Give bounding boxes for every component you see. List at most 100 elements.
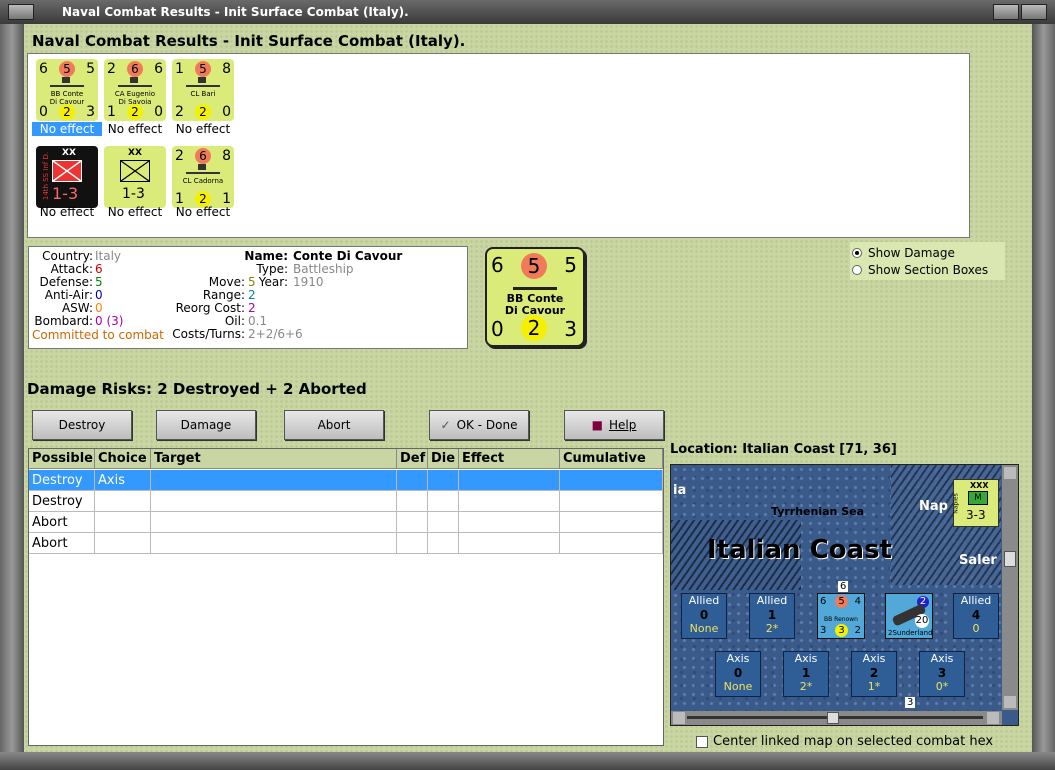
column-possible[interactable]: Possible xyxy=(29,449,95,469)
cell-possible: Destroy xyxy=(29,470,95,491)
show-section-boxes-option[interactable]: Show Section Boxes xyxy=(852,261,988,278)
strength-circle: 5 xyxy=(835,595,848,608)
table-row[interactable]: Destroy xyxy=(29,491,663,512)
map-place-label: Saler xyxy=(959,553,997,568)
map-vertical-scrollbar[interactable] xyxy=(1002,465,1018,710)
table-row[interactable]: Abort xyxy=(29,533,663,554)
infantry-icon xyxy=(120,160,150,182)
cell-target xyxy=(151,512,397,533)
aa-value: 0 xyxy=(491,317,504,341)
cell-target xyxy=(151,470,397,491)
show-section-boxes-label: Show Section Boxes xyxy=(868,262,989,277)
damage-table: Possible Choice Target Def Die Effect Cu… xyxy=(28,448,664,746)
abort-button[interactable]: Abort xyxy=(284,410,384,440)
combat-units-panel: 6 5 5 BB Conte Di Cavour 0 2 3 No effect … xyxy=(27,53,970,238)
sea-label: Tyrrhenian Sea xyxy=(771,505,865,518)
map-unit-counter[interactable]: XXX Naples M 3-3 xyxy=(953,479,999,527)
table-row[interactable]: Destroy Axis xyxy=(29,470,663,491)
help-button[interactable]: ■ Help xyxy=(564,410,664,440)
scroll-down-arrow-icon[interactable] xyxy=(1004,696,1016,708)
minimize-button[interactable] xyxy=(993,4,1019,20)
unit-name: BB Conte Di Cavour xyxy=(504,292,566,317)
unit-counter-cadorna[interactable]: 2 6 8 CL Cadorna 1 2 1 xyxy=(172,146,234,208)
cell-die xyxy=(428,470,459,491)
cell-possible: Abort xyxy=(29,512,95,533)
column-def[interactable]: Def xyxy=(397,449,428,469)
cell-def xyxy=(397,512,428,533)
aa-value: 1 xyxy=(107,104,116,120)
aa-value: 2 xyxy=(175,104,184,120)
damage-button[interactable]: Damage xyxy=(156,410,256,440)
ok-done-button-label: OK - Done xyxy=(456,418,518,432)
cell-target xyxy=(151,533,397,554)
map-air-counter[interactable]: 2 20 2Sunderland xyxy=(885,593,933,639)
attack-value: 6 xyxy=(491,253,504,277)
combat-value: 3-3 xyxy=(966,508,986,522)
cell-def xyxy=(397,491,428,512)
vertical-scroll-thumb[interactable] xyxy=(1004,551,1016,567)
show-damage-option[interactable]: Show Damage xyxy=(852,244,955,261)
table-row[interactable]: Abort xyxy=(29,512,663,533)
show-section-boxes-radio[interactable] xyxy=(852,264,862,275)
destroy-button[interactable]: Destroy xyxy=(32,410,132,440)
destroy-button-label: Destroy xyxy=(58,418,106,432)
unit-name: CL Cadorna xyxy=(182,177,224,185)
ship-icon xyxy=(186,77,220,87)
cell-choice: Axis xyxy=(95,470,151,491)
scroll-left-arrow-icon[interactable] xyxy=(673,712,685,724)
unit-counter-14th-ss-inf[interactable]: XX 14th SS Inf D. 1-3 xyxy=(36,146,98,208)
dialog-content: Naval Combat Results - Init Surface Comb… xyxy=(24,24,1032,752)
show-damage-label: Show Damage xyxy=(868,245,955,260)
cell-choice xyxy=(95,533,151,554)
mountain-infantry-icon: M xyxy=(968,491,988,505)
map-ship-counter[interactable]: 6 6 5 4 BB Renown 3 3 2 xyxy=(817,581,865,639)
horizontal-scroll-thumb[interactable] xyxy=(827,712,839,724)
cell-die xyxy=(428,512,459,533)
strength-circle: 5 xyxy=(59,61,75,77)
location-label: Location: Italian Coast [71, 36] xyxy=(670,442,897,457)
scroll-right-arrow-icon[interactable] xyxy=(987,712,999,724)
center-linked-map-label: Center linked map on selected combat hex xyxy=(713,734,994,749)
unit-size-label: XXX xyxy=(970,481,989,490)
unit-name: BB Renown xyxy=(824,616,858,623)
title-bar: Naval Combat Results - Init Surface Comb… xyxy=(0,0,1055,24)
maximize-button[interactable] xyxy=(1021,4,1047,20)
allied-box: Allied 1 2* xyxy=(749,593,795,639)
unit-status: No effect xyxy=(39,205,95,219)
move-value: 2 xyxy=(854,625,861,636)
column-effect[interactable]: Effect xyxy=(459,449,560,469)
center-linked-map-checkbox[interactable] xyxy=(696,736,708,748)
cell-effect xyxy=(459,491,560,512)
scroll-up-arrow-icon[interactable] xyxy=(1004,467,1016,479)
map-place-label: ia xyxy=(673,483,687,498)
aa-value: 3 xyxy=(820,625,827,636)
move-value: 0 xyxy=(154,104,163,120)
ship-icon xyxy=(118,77,152,87)
unit-counter-bari[interactable]: 1 5 8 CL Bari 2 2 0 xyxy=(172,59,234,121)
combat-hex-map[interactable]: ia Tyrrhenian Sea Nap Saler Italian Coas… xyxy=(670,464,1019,726)
defense-value: 6 xyxy=(154,61,163,77)
window-frame-left xyxy=(0,24,24,770)
column-choice[interactable]: Choice xyxy=(95,449,151,469)
cell-effect xyxy=(459,512,560,533)
cell-choice xyxy=(95,491,151,512)
combat-value: 1-3 xyxy=(122,186,145,202)
column-target[interactable]: Target xyxy=(151,449,397,469)
map-horizontal-scrollbar[interactable] xyxy=(671,711,1002,725)
axis-box: Axis 0 None xyxy=(715,651,761,697)
strength-circle: 5 xyxy=(521,253,547,279)
unit-counter-infantry[interactable]: XX 1-3 xyxy=(104,146,166,208)
show-damage-radio[interactable] xyxy=(852,247,862,258)
column-cumulative[interactable]: Cumulative xyxy=(560,449,663,469)
column-die[interactable]: Die xyxy=(428,449,459,469)
cell-def xyxy=(397,470,428,491)
attack-value: 1 xyxy=(175,61,184,77)
unit-counter-conte-di-cavour[interactable]: 6 5 5 BB Conte Di Cavour 0 2 3 xyxy=(36,59,98,121)
system-menu-button[interactable] xyxy=(8,4,34,20)
map-region-title: Italian Coast xyxy=(707,535,892,565)
ok-done-button[interactable]: ✓ OK - Done xyxy=(429,410,529,440)
unit-counter-eugenio-di-savoia[interactable]: 2 6 6 CA Eugenio Di Savoia 1 2 0 xyxy=(104,59,166,121)
unit-info-panel: Country: Italy Attack: 6 Defense: 5 Anti… xyxy=(28,246,468,349)
axis-box: Axis 3 0* xyxy=(919,651,965,697)
range-circle: 2 xyxy=(59,104,75,120)
